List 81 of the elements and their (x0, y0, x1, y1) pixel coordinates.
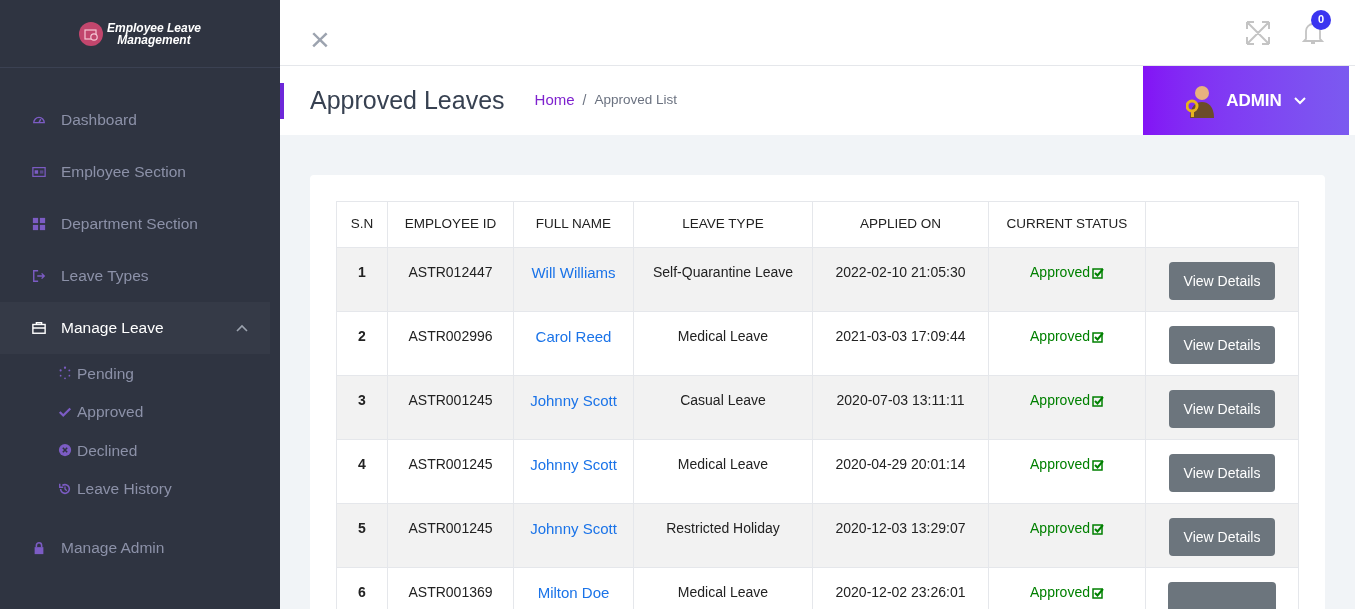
table-cell: 4 (336, 439, 388, 504)
view-details-button[interactable]: View Details (1168, 390, 1276, 428)
table-cell: ASTR012447 (387, 247, 514, 312)
checked-box-icon (1091, 458, 1104, 471)
view-details-button[interactable]: View Details (1168, 262, 1276, 300)
table-cell: Medical Leave (633, 439, 813, 504)
submenu-item[interactable]: Approved (0, 392, 280, 431)
expand-icon[interactable] (1245, 19, 1271, 46)
column-header: FULL NAME (513, 201, 634, 248)
table-cell: 5 (336, 503, 388, 568)
breadcrumb-link[interactable]: Home (534, 89, 575, 112)
notification-badge: 0 (1311, 9, 1331, 30)
sidebar-item[interactable]: Leave Types (0, 250, 270, 302)
employee-name-link[interactable]: Johnny Scott (530, 520, 617, 537)
table-cell: Medical Leave (633, 311, 813, 376)
admin-menu-button[interactable]: ADMIN (1143, 66, 1349, 135)
view-details-button[interactable]: View Details (1168, 454, 1276, 492)
table-cell: 6 (336, 567, 388, 609)
table-cell: Self-Quarantine Leave (633, 247, 813, 312)
breadcrumb-separator: / (582, 91, 587, 110)
sidebar-item[interactable]: Dashboard (0, 94, 270, 146)
table-cell: 2022-02-10 21:05:30 (812, 247, 989, 312)
status-text: Approved (1030, 583, 1090, 602)
table-cell: Casual Leave (633, 375, 813, 440)
column-header: EMPLOYEE ID (387, 201, 514, 248)
status-text: Approved (1030, 519, 1090, 538)
chevron-down-icon (1293, 96, 1306, 105)
spinner-icon (58, 366, 72, 381)
submenu-item[interactable]: Declined (0, 431, 280, 470)
table-cell: ASTR001245 (387, 375, 514, 440)
status-text: Approved (1030, 391, 1090, 410)
table-cell: 2021-03-03 17:09:44 (812, 311, 989, 376)
briefcase-clock-logo-icon (78, 21, 103, 46)
sign-out-icon (32, 269, 46, 283)
table-cell: ASTR001245 (387, 439, 514, 504)
submenu-item[interactable]: Leave History (0, 469, 280, 508)
history-icon (58, 481, 72, 496)
status-text: Approved (1030, 455, 1090, 474)
table-cell: 2020-12-03 13:29:07 (812, 503, 989, 568)
column-header: APPLIED ON (812, 201, 989, 248)
column-header: S.N (336, 201, 388, 248)
employee-name-link[interactable]: Will Williams (531, 264, 616, 281)
checked-box-icon (1091, 586, 1104, 599)
view-details-button[interactable] (1168, 582, 1276, 609)
checked-box-icon (1091, 330, 1104, 343)
view-details-button[interactable]: View Details (1168, 518, 1276, 556)
submenu-item[interactable]: Pending (0, 354, 280, 393)
breadcrumb-current: Approved List (594, 91, 678, 110)
table-cell: ASTR002996 (387, 311, 514, 376)
column-header: LEAVE TYPE (633, 201, 813, 248)
table-cell: 2020-04-29 20:01:14 (812, 439, 989, 504)
close-button[interactable]: × (310, 21, 330, 56)
sidebar-item[interactable]: Employee Section (0, 146, 270, 198)
checked-box-icon (1091, 266, 1104, 279)
user-with-key-icon (1186, 83, 1215, 118)
lock-icon (32, 541, 46, 555)
sidebar-item[interactable]: Department Section (0, 198, 270, 250)
brand-name: Employee Leave (106, 21, 202, 34)
brand-name: Management (117, 33, 192, 46)
table-cell: 2020-07-03 13:11:11 (812, 375, 989, 440)
briefcase-icon (32, 321, 46, 335)
table-cell: ASTR001245 (387, 503, 514, 568)
column-header: CURRENT STATUS (988, 201, 1146, 248)
status-text: Approved (1030, 327, 1090, 346)
sidebar-item[interactable]: Manage Leave (0, 302, 270, 354)
status-text: Approved (1030, 263, 1090, 282)
employee-name-link[interactable]: Johnny Scott (530, 392, 617, 409)
checked-box-icon (1091, 394, 1104, 407)
page-title: Approved Leaves (310, 84, 505, 116)
table-cell: 3 (336, 375, 388, 440)
checked-box-icon (1091, 522, 1104, 535)
employee-name-link[interactable]: Carol Reed (535, 328, 612, 345)
view-details-button[interactable]: View Details (1168, 326, 1276, 364)
x-circle-icon (58, 443, 72, 458)
employee-name-link[interactable]: Johnny Scott (530, 456, 617, 473)
table-cell: Restricted Holiday (633, 503, 813, 568)
id-card-icon (32, 165, 46, 179)
table-cell: 1 (336, 247, 388, 312)
sidebar-item[interactable]: Manage Admin (0, 522, 270, 574)
grid-icon (32, 217, 46, 231)
table-cell: 2 (336, 311, 388, 376)
